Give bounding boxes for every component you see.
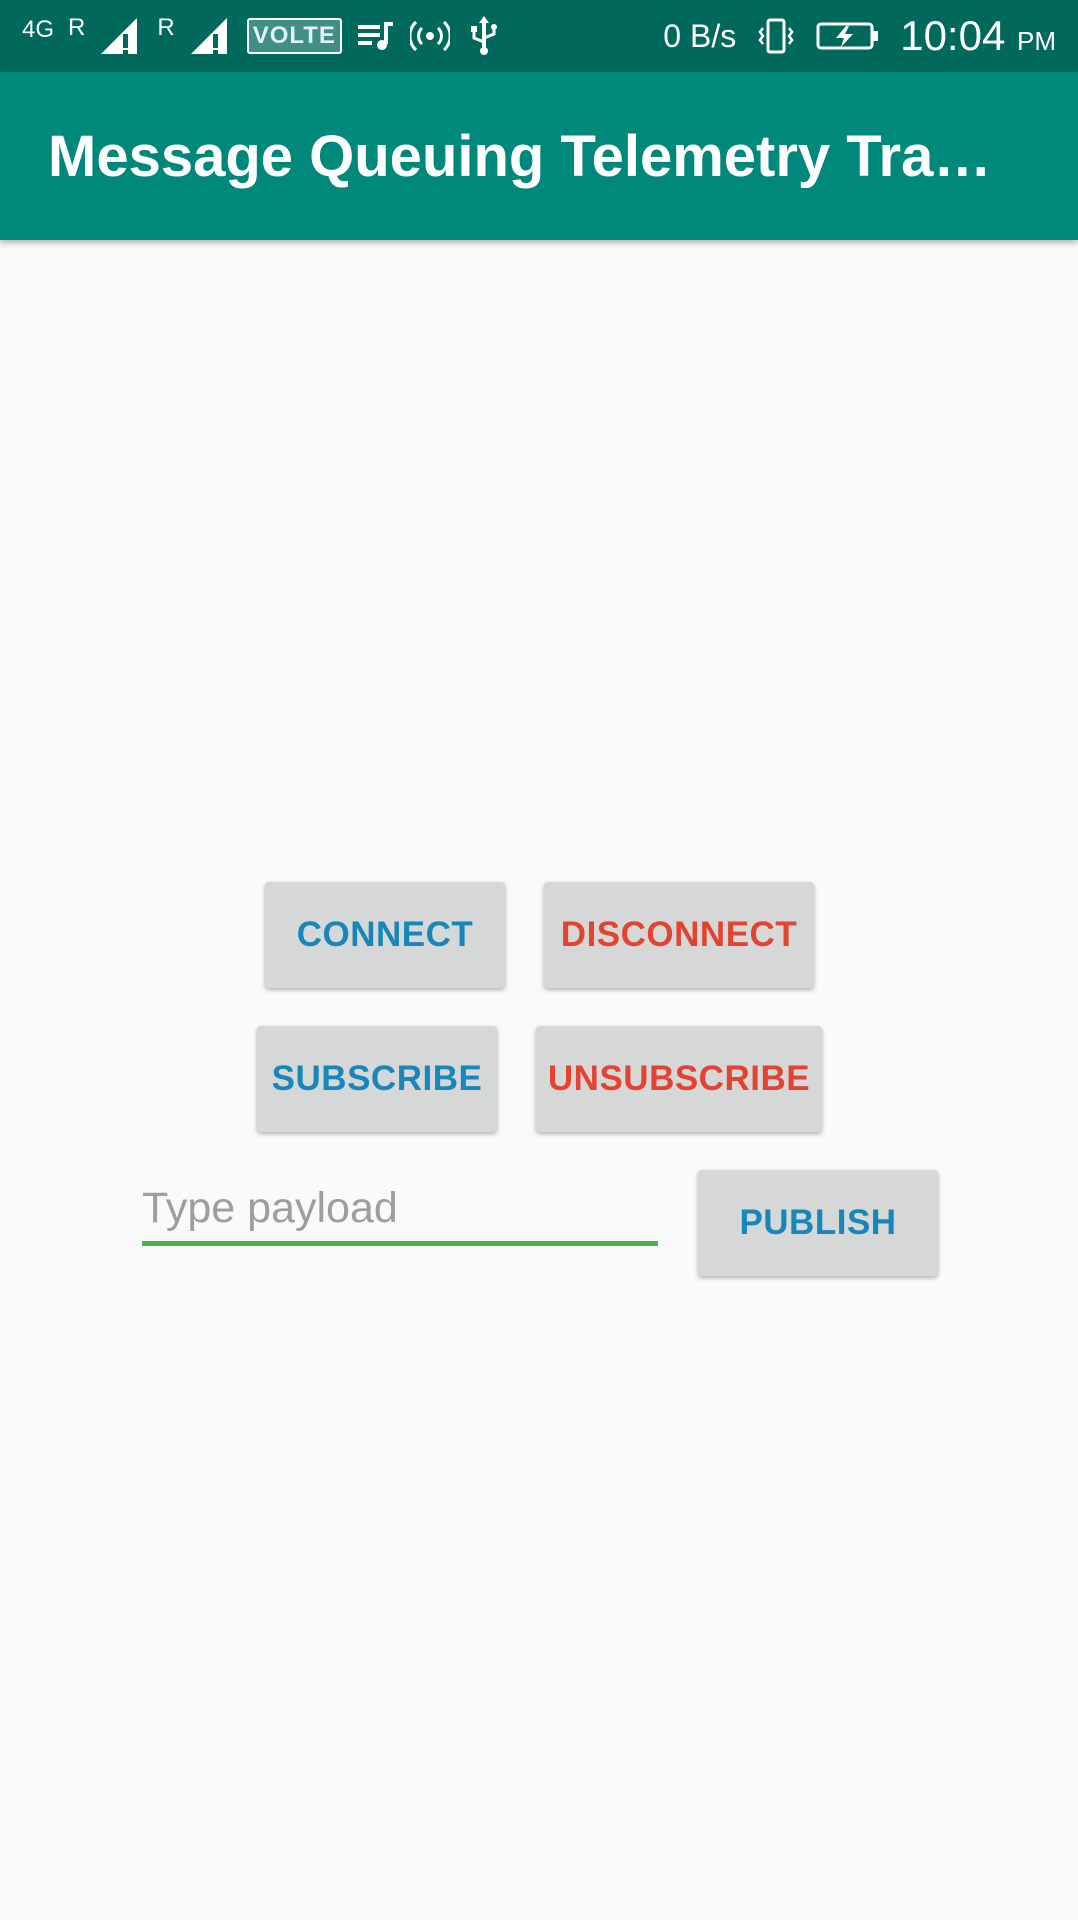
network-type-label: 4G	[22, 16, 55, 43]
connect-button[interactable]: CONNECT	[265, 882, 505, 988]
hotspot-icon	[409, 20, 450, 52]
publish-button[interactable]: PUBLISH	[698, 1170, 938, 1276]
unsubscribe-button[interactable]: UNSUBSCRIBE	[536, 1026, 822, 1132]
signal-sim2-icon	[190, 18, 227, 54]
battery-charging-icon	[816, 22, 879, 50]
app-bar: Message Queuing Telemetry Transport	[0, 72, 1078, 240]
playlist-icon	[357, 22, 393, 50]
status-right: 0 B/s 10:04 PM	[663, 12, 1056, 60]
usb-icon	[470, 16, 497, 55]
clock-ampm: PM	[1017, 26, 1056, 56]
clock: 10:04 PM	[900, 12, 1056, 60]
roaming-indicator-1: R	[68, 14, 86, 41]
app-title: Message Queuing Telemetry Transport	[48, 124, 1008, 189]
net-speed-label: 0 B/s	[663, 17, 737, 54]
volte-badge: VOLTE	[246, 18, 342, 54]
status-bar: 4G R R VOLTE 0 B/s 10:04 PM	[0, 0, 1078, 72]
status-left: 4G R R VOLTE	[22, 12, 504, 60]
disconnect-button[interactable]: DISCONNECT	[544, 882, 814, 988]
clock-time: 10:04	[900, 12, 1006, 59]
payload-input[interactable]	[142, 1176, 658, 1246]
signal-sim1-icon	[101, 18, 138, 54]
subscribe-button[interactable]: SUBSCRIBE	[257, 1026, 497, 1132]
vibrate-icon	[758, 18, 794, 54]
roaming-indicator-2: R	[157, 14, 175, 41]
